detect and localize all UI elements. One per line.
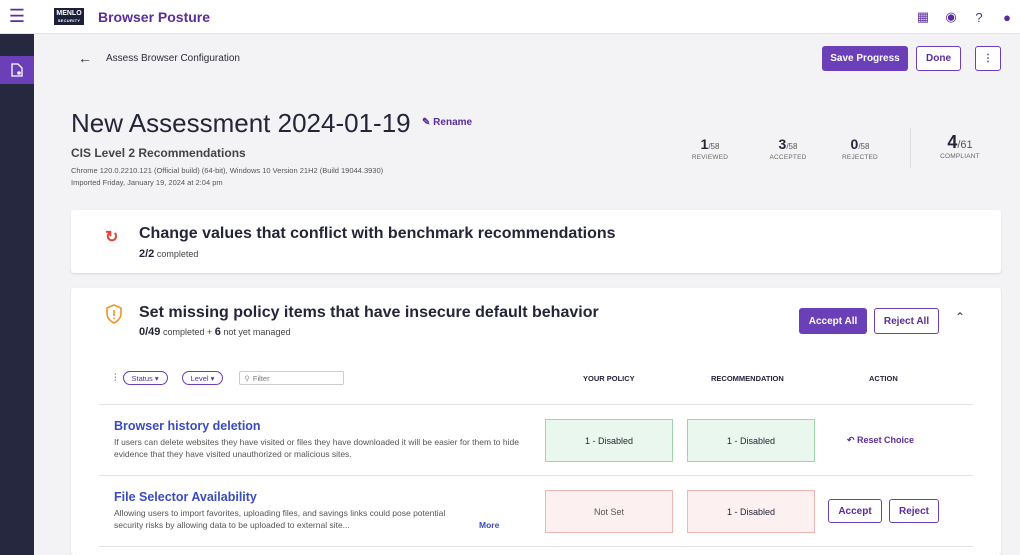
filter-input[interactable] [252, 373, 333, 383]
conflict-values-card[interactable]: ↻ Change values that conflict with bench… [71, 210, 1001, 273]
hamburger-menu-icon[interactable]: ☰ [0, 0, 34, 34]
section-title: Change values that conflict with benchma… [139, 225, 616, 242]
rename-link[interactable]: ✎ Rename [422, 117, 472, 128]
top-bar: ☰ MENLO SECURITY Browser Posture ▦ ◉ ? ● [0, 0, 1020, 34]
pencil-icon: ✎ [422, 117, 434, 128]
browser-posture-nav-icon[interactable] [0, 56, 34, 84]
accept-button[interactable]: Accept [828, 499, 882, 523]
accept-all-button[interactable]: Accept All [799, 308, 867, 334]
reset-choice-link[interactable]: ↶ Reset Choice [847, 435, 914, 446]
warning-shield-icon [105, 304, 123, 329]
import-meta: Imported Friday, January 19, 2024 at 2:0… [71, 178, 223, 187]
stats-divider [910, 128, 911, 168]
your-policy-value: Not Set [545, 490, 673, 533]
benchmark-subtitle: CIS Level 2 Recommendations [71, 146, 246, 160]
save-progress-button[interactable]: Save Progress [822, 46, 908, 71]
reject-button[interactable]: Reject [889, 499, 939, 523]
company-logo: MENLO SECURITY [54, 8, 84, 25]
back-arrow-icon[interactable]: ← [78, 50, 92, 66]
more-options-button[interactable]: ⋮ [975, 46, 1001, 71]
notification-icon[interactable]: ◉ [944, 9, 958, 25]
browser-meta: Chrome 120.0.2210.121 (Official build) (… [71, 166, 384, 175]
breadcrumb: Assess Browser Configuration [106, 53, 240, 64]
user-account-icon[interactable]: ● [1000, 10, 1014, 25]
row-divider [99, 475, 973, 476]
missing-policy-card: Set missing policy items that have insec… [71, 288, 1001, 555]
page-title: New Assessment 2024-01-19 [71, 108, 411, 138]
section-progress: 2/2 completed [139, 248, 199, 260]
stat-accepted: 3/58 ACCEPTED [769, 136, 807, 161]
status-filter-dropdown[interactable]: Status ▾ [122, 371, 168, 385]
help-icon[interactable]: ? [972, 10, 986, 25]
search-icon: ⚲ [244, 373, 250, 383]
column-header-your-policy: YOUR POLICY [583, 374, 635, 383]
apps-grid-icon[interactable]: ▦ [916, 9, 930, 25]
policy-title-link[interactable]: Browser history deletion [114, 419, 261, 433]
more-link[interactable]: More [479, 520, 499, 530]
stat-compliant: 4/61 COMPLIANT [940, 132, 980, 160]
collapse-chevron-icon[interactable]: ⌃ [955, 310, 965, 324]
stat-rejected: 0/58 REJECTED [842, 136, 878, 161]
undo-icon: ↶ [847, 435, 858, 445]
section-progress: 0/49 completed + 6 not yet managed [139, 326, 291, 338]
top-icons: ▦ ◉ ? ● [916, 0, 1014, 34]
policy-title-link[interactable]: File Selector Availability [114, 490, 257, 504]
app-title: Browser Posture [98, 8, 211, 25]
filter-bar: ⫶ Status ▾ Level ▾ ⚲ [114, 371, 345, 385]
sidebar [0, 34, 34, 555]
policy-description: If users can delete websites they have v… [114, 437, 519, 459]
level-filter-dropdown[interactable]: Level ▾ [181, 371, 224, 385]
row-divider [99, 404, 973, 405]
section-title: Set missing policy items that have insec… [139, 304, 599, 321]
row-divider [99, 546, 973, 547]
recommendation-value: 1 - Disabled [687, 490, 815, 533]
stat-reviewed: 1/58 REVIEWED [691, 136, 729, 161]
your-policy-value: 1 - Disabled [545, 419, 673, 462]
reject-all-button[interactable]: Reject All [874, 308, 939, 334]
recommendation-value: 1 - Disabled [687, 419, 815, 462]
conflict-sync-icon: ↻ [105, 229, 119, 246]
filter-sliders-icon[interactable]: ⫶ [114, 373, 117, 384]
column-header-recommendation: RECOMMENDATION [711, 374, 784, 383]
done-button[interactable]: Done [916, 46, 961, 71]
column-header-action: ACTION [869, 374, 898, 383]
filter-search-box[interactable]: ⚲ [239, 371, 345, 385]
policy-description: Allowing users to import favorites, uplo… [114, 508, 446, 530]
